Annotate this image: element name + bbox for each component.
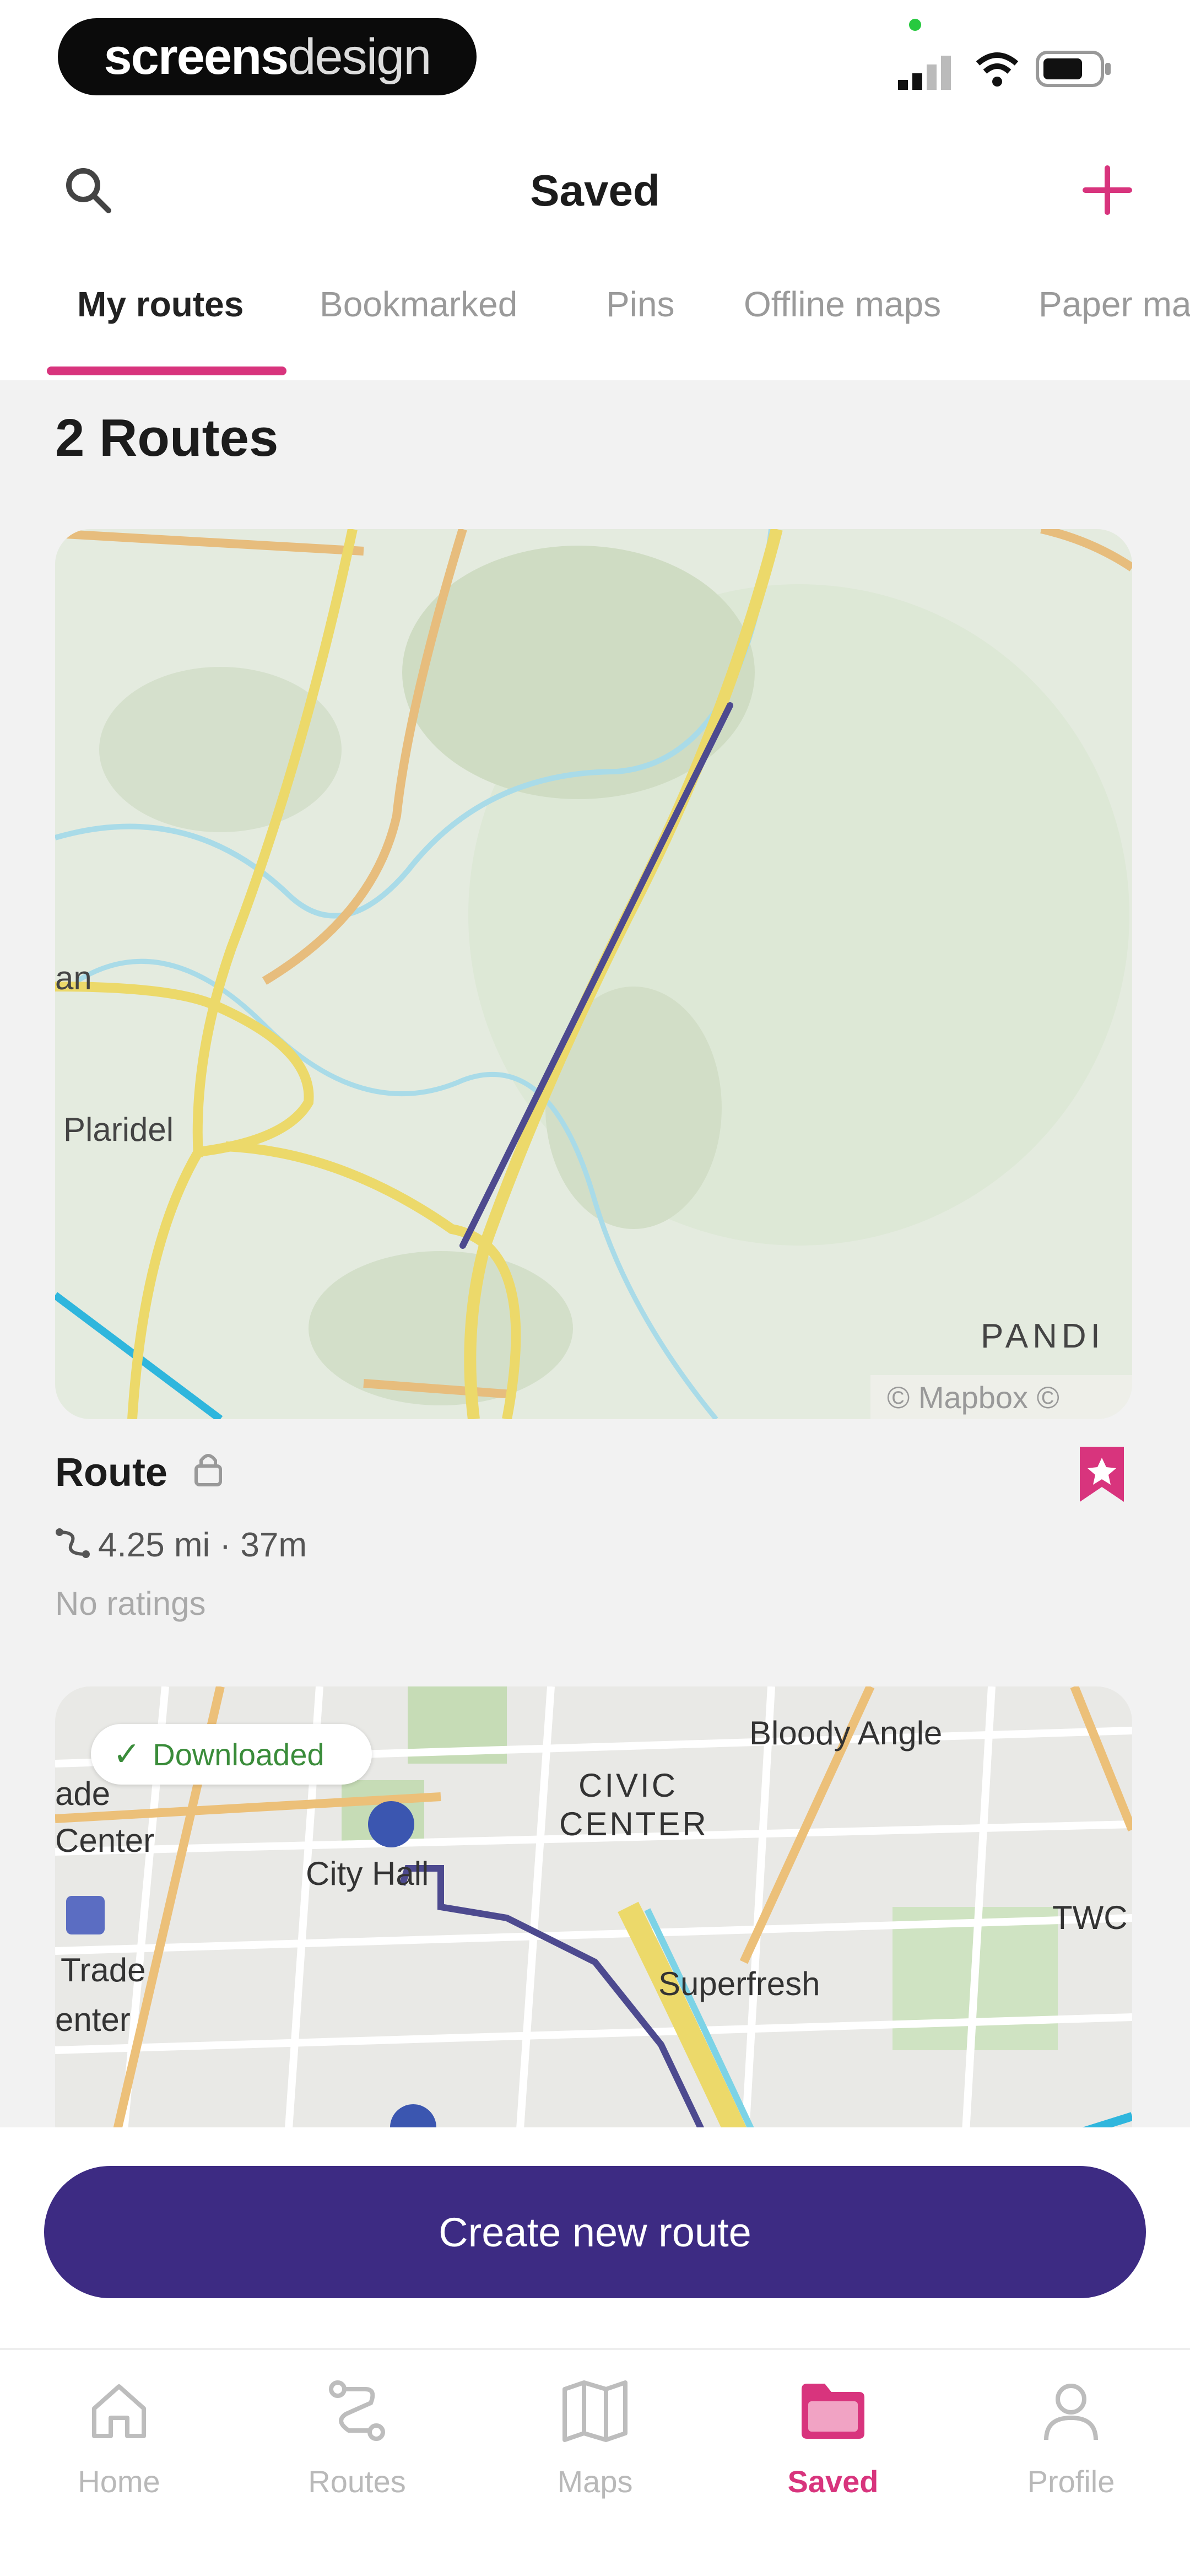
tab-pins[interactable]: Pins	[606, 284, 675, 325]
lock-icon	[194, 1454, 222, 1486]
route-map-thumbnail[interactable]: © Mapbox © an Plaridel PANDI	[55, 529, 1132, 1419]
downloaded-badge: ✓ Downloaded	[91, 1724, 372, 1785]
privacy-indicator-dot	[909, 19, 921, 31]
nav-home[interactable]: Home	[0, 2353, 238, 2519]
nav-routes[interactable]: Routes	[238, 2353, 476, 2519]
cellular-signal-icon	[898, 56, 951, 90]
map-icon	[562, 2380, 628, 2442]
wifi-icon	[976, 52, 1019, 87]
route-ratings: No ratings	[55, 1585, 206, 1622]
map-label-an: an	[55, 960, 92, 996]
route-icon	[329, 2380, 385, 2441]
nav-home-label: Home	[78, 2464, 160, 2499]
mapbox-attribution: © Mapbox ©	[887, 1380, 1059, 1415]
map-label-center-left: Center	[55, 1822, 154, 1859]
nav-profile-label: Profile	[1027, 2464, 1115, 2499]
logo-light-text: design	[288, 28, 431, 85]
tab-my-routes[interactable]: My routes	[77, 284, 244, 325]
bookmark-icon[interactable]	[1074, 1444, 1129, 1505]
map-label-superfresh: Superfresh	[658, 1965, 820, 2002]
routes-count: 2 Routes	[55, 408, 279, 467]
logo-bold-text: screens	[104, 28, 289, 85]
tab-paper-maps[interactable]: Paper ma	[1038, 284, 1190, 325]
topo-map: © Mapbox © an Plaridel PANDI	[55, 529, 1132, 1419]
map-label-bloody-angle: Bloody Angle	[749, 1715, 942, 1752]
nav-maps[interactable]: Maps	[476, 2353, 714, 2519]
nav-saved[interactable]: Saved	[714, 2353, 952, 2519]
map-label-ade: ade	[55, 1775, 110, 1812]
route-meta: 4.25 mi · 37m	[55, 1526, 307, 1565]
nav-profile[interactable]: Profile	[952, 2353, 1190, 2519]
active-tab-indicator	[47, 367, 286, 375]
checkmark-icon: ✓	[113, 1736, 141, 1772]
screensdesign-logo: screens design	[58, 18, 477, 95]
profile-icon	[1044, 2384, 1098, 2440]
tab-offline-maps[interactable]: Offline maps	[744, 284, 941, 325]
route-title-text: Route	[55, 1451, 167, 1495]
downloaded-badge-label: Downloaded	[153, 1737, 324, 1772]
nav-saved-label: Saved	[787, 2464, 879, 2499]
map-label-pandi: PANDI	[981, 1317, 1105, 1355]
folder-icon	[802, 2384, 864, 2439]
nav-maps-label: Maps	[557, 2464, 633, 2499]
map-label-center: CENTER	[559, 1806, 708, 1842]
map-label-trade: Trade	[61, 1952, 146, 1988]
route-title: Route	[55, 1449, 225, 1495]
page-title: Saved	[530, 166, 660, 215]
map-label-city-hall: City Hall	[306, 1855, 429, 1892]
create-new-route-button[interactable]: Create new route	[44, 2166, 1146, 2298]
route-distance-duration: 4.25 mi · 37m	[98, 1526, 307, 1564]
plus-icon[interactable]	[1083, 165, 1132, 215]
home-icon	[92, 2384, 146, 2438]
tab-bookmarked[interactable]: Bookmarked	[320, 284, 517, 325]
battery-icon	[1036, 51, 1111, 87]
route-distance-icon	[56, 1528, 90, 1558]
map-label-civic: CIVIC	[578, 1767, 678, 1804]
map-label-plaridel: Plaridel	[63, 1111, 174, 1148]
map-label-enter: enter	[55, 2001, 131, 2038]
nav-routes-label: Routes	[308, 2464, 406, 2499]
map-label-twc: TWC	[1052, 1899, 1128, 1936]
